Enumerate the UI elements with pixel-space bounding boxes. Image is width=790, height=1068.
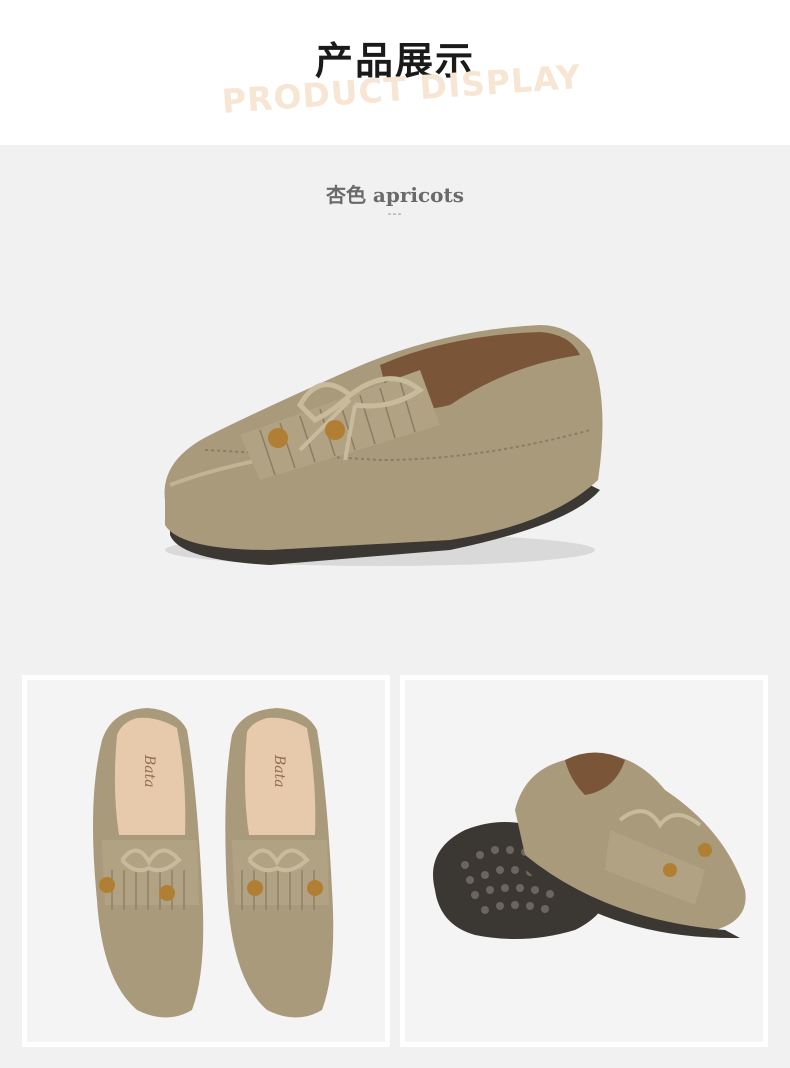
top-view-image-panel: Bata Bata [22, 675, 390, 1047]
brand-print-left: Bata [141, 754, 157, 788]
sole-view-image-panel [400, 675, 768, 1047]
product-display-section: 杏色 apricots --- Bata Bata [0, 145, 790, 1068]
shoes-top-illustration: Bata Bata [93, 708, 334, 1018]
color-variant-label: 杏色 apricots [325, 183, 465, 207]
shoes-sole-illustration [433, 752, 746, 939]
hero-shoe-image [150, 310, 610, 580]
brand-print-right: Bata [271, 754, 287, 788]
color-variant-separator: --- [387, 207, 403, 220]
shoe-side-illustration [164, 325, 603, 566]
page-header: 产品展示 PRODUCT DISPLAY [0, 0, 790, 145]
